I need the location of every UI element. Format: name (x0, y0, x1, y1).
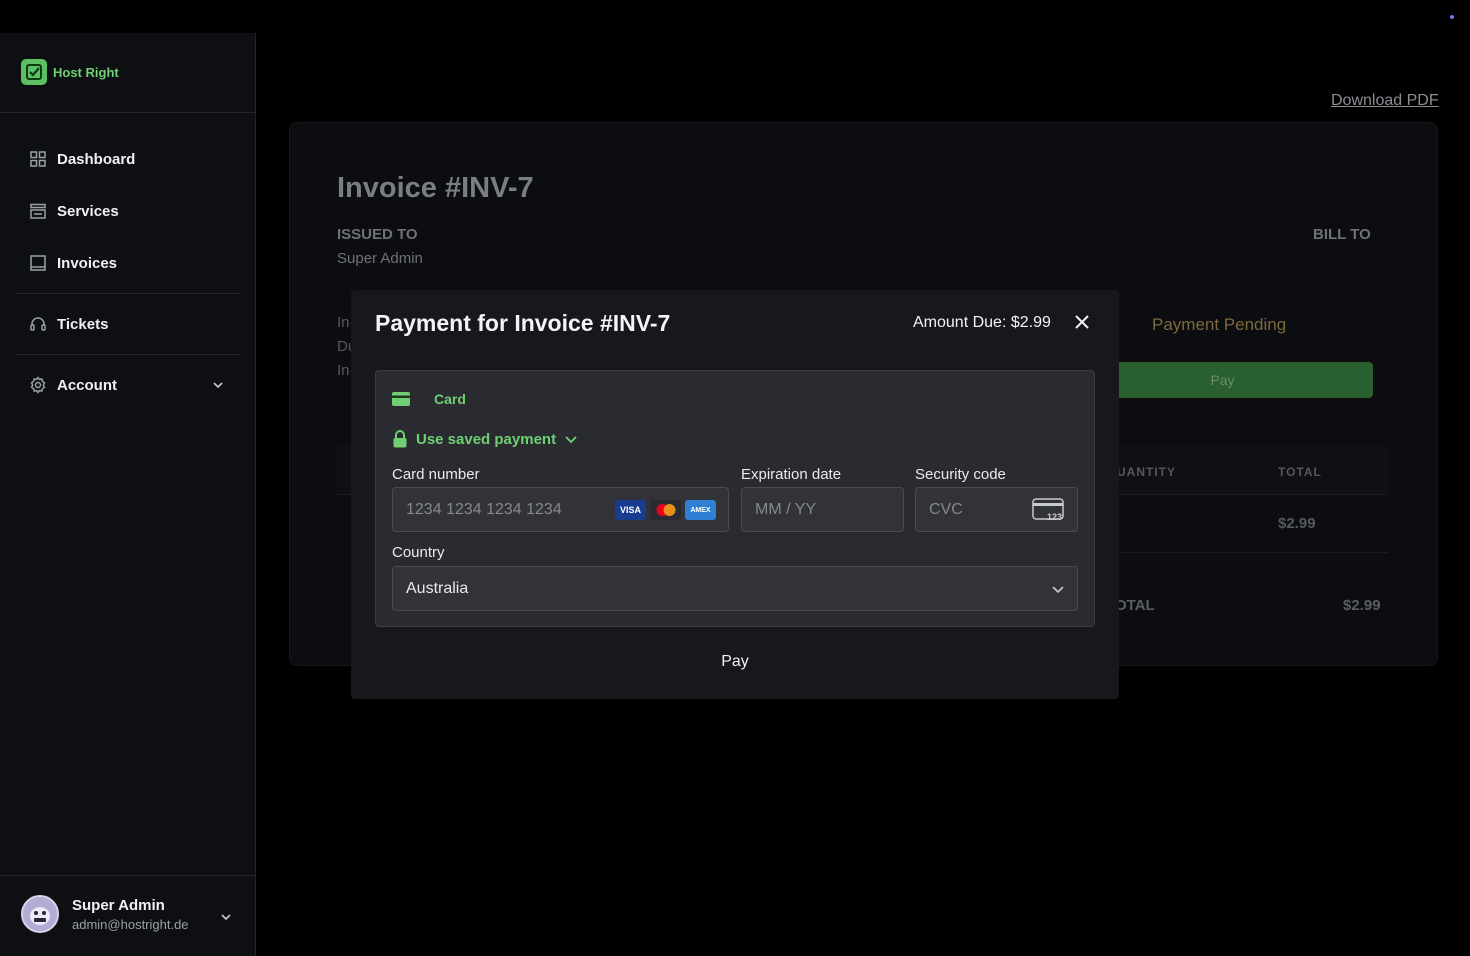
sidebar-item-label: Dashboard (57, 150, 136, 168)
cvc-card-icon: 123 (1032, 498, 1064, 527)
use-saved-payment-toggle[interactable]: Use saved payment (392, 430, 578, 448)
sidebar: Host Right Dashboard Services Invoices T… (0, 33, 256, 956)
visa-icon: VISA (615, 500, 646, 520)
sidebar-item-invoices[interactable]: Invoices (29, 251, 117, 275)
logo-check-icon (21, 59, 47, 85)
top-bar (0, 0, 1470, 33)
payment-modal: Payment for Invoice #INV-7 Amount Due: $… (351, 290, 1119, 699)
headset-icon (30, 317, 46, 331)
invoice-icon (30, 255, 46, 271)
chevron-down-icon (565, 436, 577, 444)
sidebar-item-tickets[interactable]: Tickets (29, 312, 108, 336)
column-header-quantity: UANTITY (1117, 465, 1176, 479)
user-profile[interactable]: Super Admin admin@hostright.de (21, 895, 189, 933)
country-value: Australia (406, 579, 469, 597)
total-value: $2.99 (1343, 597, 1381, 614)
divider (0, 112, 255, 113)
total-label: OTAL (1115, 597, 1155, 614)
sidebar-item-services[interactable]: Services (29, 199, 119, 223)
invoice-meta-line: In (337, 314, 350, 331)
card-number-label: Card number (392, 466, 480, 483)
gear-icon (30, 376, 46, 394)
close-icon[interactable] (1074, 314, 1090, 330)
status-badge: Payment Pending (1152, 315, 1287, 334)
app-name: Host Right (53, 64, 119, 80)
expiry-placeholder: MM / YY (755, 500, 817, 518)
logo[interactable]: Host Right (21, 59, 119, 85)
divider (16, 293, 240, 294)
card-number-placeholder: 1234 1234 1234 1234 (406, 500, 562, 518)
cvc-icon-text: 123 (1047, 512, 1062, 522)
mastercard-icon (650, 500, 681, 520)
sidebar-item-dashboard[interactable]: Dashboard (29, 147, 135, 171)
expiry-label: Expiration date (741, 466, 842, 483)
sidebar-item-label: Account (57, 376, 117, 394)
amount-due: Amount Due: $2.99 (913, 314, 1051, 331)
issued-to-label: ISSUED TO (337, 226, 418, 243)
payment-element: Card Use saved payment Card number 1234 … (375, 370, 1095, 627)
sidebar-item-account[interactable]: Account (29, 373, 117, 397)
user-email: admin@hostright.de (72, 916, 189, 932)
user-name: Super Admin (72, 896, 165, 914)
lock-icon (393, 430, 407, 448)
country-label: Country (392, 544, 445, 561)
use-saved-payment-label: Use saved payment (416, 430, 557, 448)
tab-card[interactable]: Card (392, 391, 466, 407)
cvc-input[interactable]: CVC 123 (915, 487, 1078, 532)
amex-icon: AMEX (685, 500, 716, 520)
chevron-down-icon[interactable] (211, 378, 225, 392)
card-brands: VISA AMEX (615, 500, 716, 520)
invoice-meta-line: In (337, 362, 350, 379)
sidebar-item-label: Tickets (57, 315, 109, 333)
issued-to-name: Super Admin (337, 250, 423, 267)
chevron-down-icon (1052, 586, 1064, 594)
sidebar-item-label: Services (57, 202, 119, 220)
invoice-pay-label: Pay (1210, 372, 1235, 388)
card-number-input[interactable]: 1234 1234 1234 1234 VISA AMEX (392, 487, 729, 532)
credit-card-icon (392, 392, 410, 406)
tab-card-label: Card (434, 391, 466, 407)
status-dot (1450, 15, 1454, 19)
grid-icon (30, 151, 46, 167)
divider (16, 354, 240, 355)
cvc-label: Security code (915, 466, 1006, 483)
server-icon (30, 203, 46, 219)
sidebar-item-label: Invoices (57, 254, 118, 272)
expiry-input[interactable]: MM / YY (741, 487, 904, 532)
invoice-title: Invoice #INV-7 (337, 172, 534, 204)
row-total: $2.99 (1278, 515, 1316, 532)
cvc-placeholder: CVC (929, 500, 963, 518)
modal-pay-button[interactable]: Pay (685, 653, 785, 671)
bill-to-label: BILL TO (1313, 226, 1371, 243)
country-select[interactable]: Australia (392, 566, 1078, 611)
divider (0, 875, 255, 876)
modal-title: Payment for Invoice #INV-7 (375, 310, 671, 336)
avatar (21, 895, 59, 933)
column-header-total: TOTAL (1278, 465, 1322, 479)
download-pdf-link[interactable]: Download PDF (1331, 92, 1439, 110)
chevron-down-icon[interactable] (219, 910, 233, 924)
